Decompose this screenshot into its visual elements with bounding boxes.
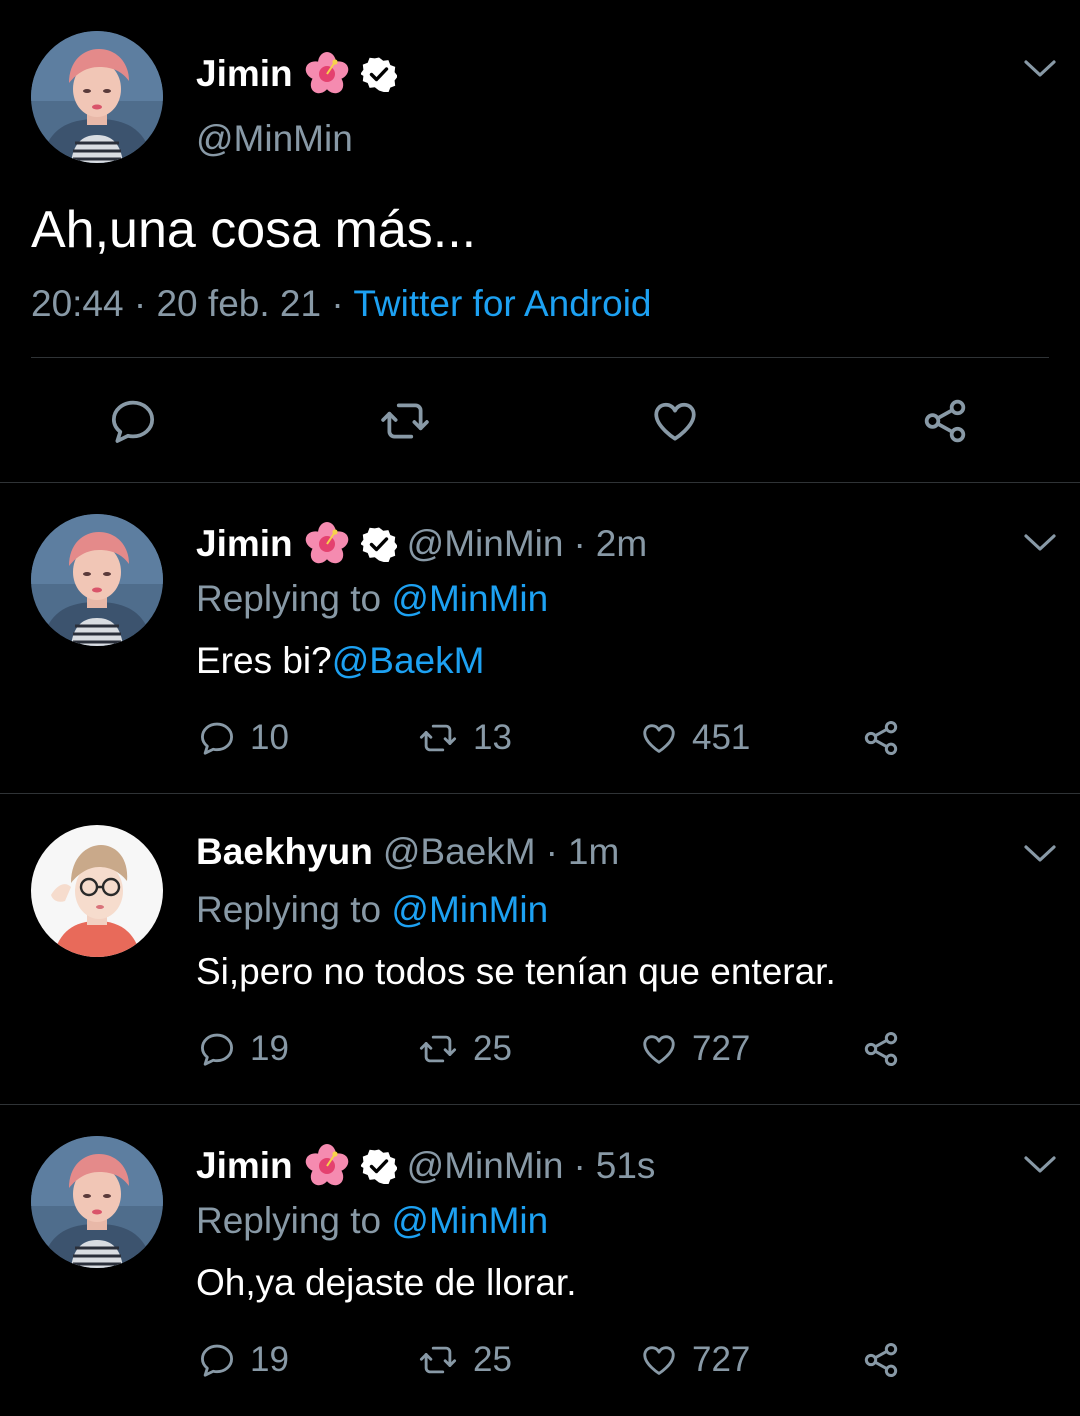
replying-to-handle[interactable]: @MinMin [391,1200,548,1241]
replying-to: Replying to @MinMin [196,1200,548,1242]
reply-count: 19 [250,1340,289,1379]
replying-to: Replying to @MinMin [196,889,548,931]
like-action[interactable]: 451 [640,718,750,758]
chevron-down-icon[interactable] [1022,532,1058,554]
hibiscus-icon [303,1142,351,1190]
tweet-time: 20:44 [31,283,124,324]
divider [0,1104,1080,1105]
replying-to: Replying to @MinMin [196,578,548,620]
like-icon[interactable] [650,396,700,446]
author-name[interactable]: Baekhyun [196,831,373,873]
reply-count: 19 [250,1029,289,1068]
meta-separator: · [573,1145,586,1186]
retweet-count: 25 [473,1340,512,1379]
meta-separator: · [573,523,586,564]
author-name[interactable]: Jimin [196,523,293,565]
avatar[interactable] [31,1136,163,1268]
retweet-icon[interactable] [417,1030,459,1068]
like-icon[interactable] [640,1341,678,1379]
share-icon[interactable] [861,1029,901,1069]
retweet-icon[interactable] [417,719,459,757]
retweet-icon[interactable] [417,1341,459,1379]
tweet-age: 2m [595,523,648,564]
reply-icon[interactable] [198,1341,236,1379]
replying-to-label: Replying to [196,578,392,619]
verified-icon [361,526,397,562]
share-icon[interactable] [920,396,970,446]
like-count: 727 [692,1029,751,1068]
meta-separator: · [545,831,558,872]
avatar[interactable] [31,514,163,646]
tweet-text: Eres bi?@BaekM [196,640,484,682]
tweet-age: 1m [567,831,620,872]
like-count: 451 [692,718,751,757]
like-icon[interactable] [640,1030,678,1068]
avatar[interactable] [31,825,163,957]
avatar-image [31,31,163,163]
reply-action[interactable]: 19 [198,1029,289,1069]
meta-separator: · [331,283,344,324]
hibiscus-icon [303,520,351,568]
verified-icon [361,56,397,92]
chevron-down-icon[interactable] [1022,843,1058,865]
share-icon[interactable] [861,718,901,758]
retweet-count: 25 [473,1029,512,1068]
divider [0,793,1080,794]
tweet-text-body: Eres bi? [196,640,332,681]
retweet-action[interactable]: 25 [417,1029,512,1069]
share-icon[interactable] [861,1340,901,1380]
reply-author-line: Jimin @MinMin · 2m [196,520,657,568]
avatar-image [31,1136,163,1268]
reply-action[interactable]: 10 [198,718,289,758]
main-tweet-author-line: Jimin [196,50,407,98]
author-handle[interactable]: @BaekM [383,831,536,873]
hibiscus-icon [303,50,351,98]
retweet-action[interactable]: 25 [417,1340,512,1380]
verified-icon [361,1148,397,1184]
author-handle[interactable]: @MinMin [407,1145,564,1187]
like-icon[interactable] [640,719,678,757]
avatar-image [31,514,163,646]
replying-to-label: Replying to [196,1200,392,1241]
author-handle[interactable]: @MinMin [196,118,353,160]
avatar[interactable] [31,31,163,163]
tweet-text: Si,pero no todos se tenían que enterar. [196,951,836,992]
tweet-text: Ah,una cosa más... [31,201,477,259]
mention-link[interactable]: @BaekM [332,640,485,681]
divider [31,357,1049,358]
reply-count: 10 [250,718,289,757]
like-count: 727 [692,1340,751,1379]
retweet-icon[interactable] [378,396,432,446]
chevron-down-icon[interactable] [1022,58,1058,80]
reply-icon[interactable] [198,719,236,757]
reply-action[interactable]: 19 [198,1340,289,1380]
tweet-date: 20 feb. 21 [156,283,322,324]
replying-to-handle[interactable]: @MinMin [391,578,548,619]
meta-separator: · [133,283,147,324]
tweet-client-link[interactable]: Twitter for Android [353,283,651,324]
author-name[interactable]: Jimin [196,53,293,95]
avatar-image [31,825,163,957]
author-handle[interactable]: @MinMin [407,523,564,565]
author-name[interactable]: Jimin [196,1145,293,1187]
replying-to-label: Replying to [196,889,392,930]
retweet-action[interactable]: 13 [417,718,512,758]
like-action[interactable]: 727 [640,1029,750,1069]
tweet-age: 51s [595,1145,656,1186]
tweet-metadata: 20:44 · 20 feb. 21 · Twitter for Android [31,283,652,325]
reply-author-line: Baekhyun @BaekM · 1m [196,831,629,873]
replying-to-handle[interactable]: @MinMin [391,889,548,930]
reply-icon[interactable] [108,396,158,446]
tweet-text: Oh,ya dejaste de llorar. [196,1262,577,1303]
reply-author-line: Jimin @MinMin · 51s [196,1142,665,1190]
like-action[interactable]: 727 [640,1340,750,1380]
chevron-down-icon[interactable] [1022,1154,1058,1176]
retweet-count: 13 [473,718,512,757]
divider [0,482,1080,483]
reply-icon[interactable] [198,1030,236,1068]
